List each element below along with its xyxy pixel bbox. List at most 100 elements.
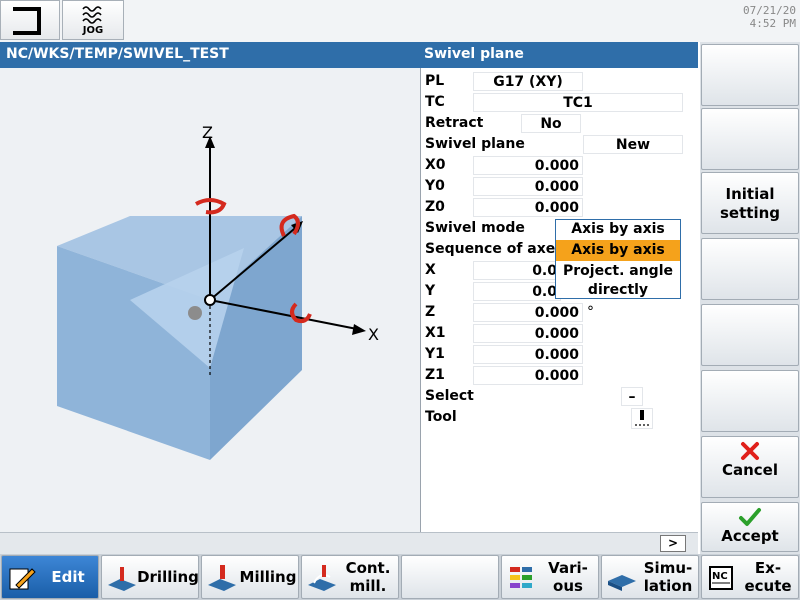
pl-field[interactable]: G17 (XY)	[473, 72, 583, 91]
swivel-help-graphic: Z X	[0, 68, 420, 532]
retract-field[interactable]: No	[521, 114, 581, 133]
row-tool: Tool	[425, 408, 695, 429]
x-axis-label: X	[368, 325, 379, 344]
execute-button[interactable]: NC Ex-ecute	[701, 555, 799, 599]
milling-icon	[208, 565, 236, 591]
vertical-softkeys: Initial setting Cancel Accept	[700, 42, 800, 554]
x1-label: X1	[425, 325, 446, 341]
swivel-form: PL G17 (XY) TC TC1 Retract No Swivel pla…	[420, 68, 698, 532]
x-field[interactable]: 0.0	[473, 261, 561, 280]
drilling-button[interactable]: Drilling	[101, 555, 199, 599]
row-z0: Z0 0.000	[425, 198, 695, 218]
time-label: 4:52 PM	[749, 17, 796, 30]
y0-label: Y0	[425, 178, 445, 194]
vsk-5[interactable]	[701, 304, 799, 366]
row-retract: Retract No	[425, 114, 695, 134]
z-label: Z	[425, 304, 436, 320]
row-select: Select –	[425, 387, 695, 407]
initial-setting-button[interactable]: Initial setting	[701, 172, 799, 234]
program-path: NC/WKS/TEMP/SWIVEL_TEST	[6, 46, 229, 62]
swivel-plane-label: Swivel plane	[425, 136, 525, 152]
vsk-4[interactable]	[701, 238, 799, 300]
more-button[interactable]: >	[660, 535, 686, 552]
drilling-label: Drilling	[137, 568, 199, 586]
row-swivel-plane: Swivel plane New	[425, 135, 695, 155]
accept-label: Accept	[721, 527, 779, 545]
row-pl: PL G17 (XY)	[425, 72, 695, 92]
cancel-x-icon	[741, 442, 759, 460]
y-label: Y	[425, 283, 436, 299]
accept-button[interactable]: Accept	[701, 502, 799, 552]
tc-field[interactable]: TC1	[473, 93, 683, 112]
dropdown-option-project-angle[interactable]: Project. angle directly	[556, 262, 680, 298]
select-field[interactable]: –	[621, 387, 643, 406]
pl-label: PL	[425, 73, 445, 89]
empty-softkey[interactable]	[401, 555, 499, 599]
swivel-cube-illustration: Z X	[57, 123, 379, 460]
edit-button[interactable]: Edit	[1, 555, 99, 599]
date-time: 07/21/20 4:52 PM	[743, 4, 796, 30]
y1-label: Y1	[425, 346, 445, 362]
execute-nc-icon: NC	[709, 566, 733, 590]
z1-field[interactable]: 0.000	[473, 366, 583, 385]
y1-field[interactable]: 0.000	[473, 345, 583, 364]
cancel-button[interactable]: Cancel	[701, 436, 799, 498]
row-tc: TC TC1	[425, 93, 695, 113]
tc-label: TC	[425, 94, 445, 110]
swivel-mode-current[interactable]: Axis by axis	[556, 220, 680, 240]
row-x0: X0 0.000	[425, 156, 695, 176]
z-field[interactable]: 0.000	[473, 303, 583, 322]
x1-field[interactable]: 0.000	[473, 324, 583, 343]
various-button[interactable]: Vari-ous	[501, 555, 599, 599]
row-y1: Y1 0.000	[425, 345, 695, 365]
execute-line2: ecute	[744, 577, 792, 595]
swivel-plane-field[interactable]: New	[583, 135, 683, 154]
z1-label: Z1	[425, 367, 445, 383]
contour-milling-button[interactable]: Cont. mill.	[301, 555, 399, 599]
simulation-icon	[608, 575, 636, 591]
edit-label: Edit	[51, 568, 85, 586]
back-arrow-icon	[13, 7, 41, 35]
title-bar: NC/WKS/TEMP/SWIVEL_TEST Swivel plane	[0, 42, 698, 68]
accept-check-icon	[739, 508, 761, 526]
origin-point	[204, 294, 216, 306]
vsk-2[interactable]	[701, 108, 799, 170]
tool-select-field[interactable]	[631, 408, 653, 429]
swivel-mode-dropdown[interactable]: Axis by axis Axis by axis Project. angle…	[555, 219, 681, 299]
x-label: X	[425, 262, 436, 278]
various-line1: Vari-	[548, 559, 588, 577]
contour-milling-label: Cont. mill.	[340, 556, 396, 598]
various-line2: ous	[553, 577, 583, 595]
contour-milling-icon	[308, 565, 336, 591]
vsk-1[interactable]	[701, 44, 799, 106]
initial-setting-line1: Initial	[725, 185, 775, 203]
z0-field[interactable]: 0.000	[473, 198, 583, 217]
milling-button[interactable]: Milling	[201, 555, 299, 599]
various-label: Vari-ous	[540, 556, 596, 598]
vsk-6[interactable]	[701, 370, 799, 432]
cont-mill-line1: Cont.	[345, 559, 391, 577]
row-z1: Z1 0.000	[425, 366, 695, 386]
various-grid-icon	[510, 567, 532, 588]
row-y0: Y0 0.000	[425, 177, 695, 197]
swivel-mode-label: Swivel mode	[425, 220, 525, 236]
x0-field[interactable]: 0.000	[473, 156, 583, 175]
jog-mode-button[interactable]: JOG	[62, 0, 124, 40]
y-field[interactable]: 0.0	[473, 282, 561, 301]
svg-text:NC: NC	[712, 571, 728, 582]
back-button[interactable]	[0, 0, 60, 40]
dropdown-option-axis-by-axis[interactable]: Axis by axis	[556, 240, 680, 261]
cancel-label: Cancel	[721, 461, 778, 479]
initial-setting-line2: setting	[720, 204, 780, 222]
y0-field[interactable]: 0.000	[473, 177, 583, 196]
edit-pencil-icon	[9, 568, 36, 590]
row-z: Z 0.000 °	[425, 303, 695, 323]
execute-line1: Ex-	[754, 559, 782, 577]
row-x1: X1 0.000	[425, 324, 695, 344]
sequence-label: Sequence of axes	[425, 241, 564, 257]
panel-title: Swivel plane	[424, 46, 524, 62]
simulation-button[interactable]: Simu-lation	[601, 555, 699, 599]
drilling-icon	[108, 567, 136, 591]
simulation-label: Simu-lation	[640, 556, 696, 598]
jog-label: JOG	[82, 25, 104, 36]
